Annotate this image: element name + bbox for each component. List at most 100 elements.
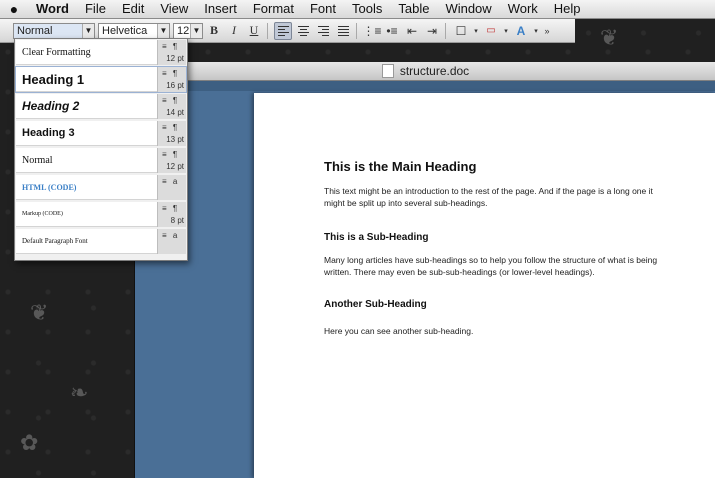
italic-button[interactable]: I [225,22,243,40]
style-item-html-code[interactable]: HTML (CODE) ≡ a [16,174,186,200]
ruler [135,81,715,91]
paragraph-intro: This text might be an introduction to th… [324,186,653,208]
decrease-indent-button[interactable]: ⇤ [403,22,421,40]
toolbar-divider [267,22,268,39]
bulleted-list-button[interactable]: •≡ [383,22,401,40]
font-color-icon: A [516,23,526,38]
highlight-dropdown[interactable]: ▾ [502,22,510,40]
character-style-icon: ≡ a [162,176,180,186]
highlight-icon: ▭ [486,25,496,36]
menu-insert[interactable]: Insert [196,0,245,18]
border-icon: ☐ [455,23,467,38]
increase-indent-icon: ⇥ [426,23,438,38]
paragraph-sub-1: Many long articles have sub-headings so … [324,255,658,277]
font-select[interactable]: Helvetica ▼ [98,22,170,39]
decrease-indent-icon: ⇤ [406,23,418,38]
chevron-down-icon[interactable]: ▼ [190,23,202,38]
style-item-normal[interactable]: Normal ≡ ¶ 12 pt [16,147,186,173]
menu-edit[interactable]: Edit [114,0,152,18]
align-right-icon [317,25,329,36]
toolbar-divider [356,22,357,39]
menu-file[interactable]: File [77,0,114,18]
borders-button[interactable]: ☐ [452,22,470,40]
font-size-select[interactable]: 12 ▼ [173,22,203,39]
numbered-list-icon: ⋮≡ [362,23,382,38]
menu-work[interactable]: Work [500,0,546,18]
document-window: structure.doc This is the Main Heading T… [134,62,715,478]
style-item-label: Normal [22,154,53,166]
borders-dropdown[interactable]: ▾ [472,22,480,40]
menu-tools[interactable]: Tools [344,0,390,18]
style-select-value: Normal [17,24,53,37]
style-item-heading-3[interactable]: Heading 3 ≡ ¶ 13 pt [16,120,186,146]
increase-indent-button[interactable]: ⇥ [423,22,441,40]
wallpaper-deer-icon: ❧ [70,380,89,405]
menu-window[interactable]: Window [437,0,499,18]
toolbar-divider [445,22,446,39]
style-item-label: Clear Formatting [22,46,91,58]
underline-button[interactable]: U [245,22,263,40]
style-meta: ≡ ¶ 13 pt [157,120,186,146]
bulleted-list-icon: •≡ [386,23,398,38]
document-titlebar[interactable]: structure.doc [135,62,715,81]
bold-button[interactable]: B [205,22,223,40]
document-page[interactable]: This is the Main Heading This text might… [254,93,715,478]
style-item-label: Markup (CODE) [22,211,63,217]
chevron-down-icon[interactable]: ▼ [157,23,169,38]
style-select[interactable]: Normal ▼ [13,22,95,39]
justify-icon [337,25,349,36]
menu-font[interactable]: Font [302,0,344,18]
style-item-default-paragraph-font[interactable]: Default Paragraph Font ≡ a [16,228,186,254]
wallpaper-bird-icon: ❦ [30,300,49,325]
style-size: 12 pt [166,161,184,171]
style-meta: ≡ ¶ 16 pt [157,66,186,92]
font-color-dropdown[interactable]: ▾ [532,22,540,40]
style-meta: ≡ ¶ 12 pt [157,147,186,173]
style-size: 14 pt [166,107,184,117]
highlight-button[interactable]: ▭ [482,22,500,40]
paragraph-mark-icon: ≡ ¶ [162,122,180,132]
menu-word[interactable]: Word [28,0,77,18]
apple-icon[interactable]: ● [0,1,28,17]
wallpaper-bird-icon: ❦ [600,25,619,50]
style-item-label: HTML (CODE) [22,182,77,192]
align-right-button[interactable] [314,22,332,40]
style-item-label: Heading 2 [22,99,80,113]
style-size: 13 pt [166,134,184,144]
style-item-heading-2[interactable]: Heading 2 ≡ ¶ 14 pt [16,93,186,119]
font-color-button[interactable]: A [512,22,530,40]
menu-help[interactable]: Help [546,0,589,18]
font-size-value: 12 [177,24,190,37]
document-icon [381,64,394,78]
style-meta: ≡ a [157,174,186,200]
numbered-list-button[interactable]: ⋮≡ [362,22,382,40]
paragraph-mark-icon: ≡ ¶ [162,149,180,159]
align-left-button[interactable] [274,21,292,40]
paragraph-mark-icon: ≡ ¶ [162,41,180,51]
style-meta: ≡ ¶ 12 pt [157,39,186,65]
style-size: 8 pt [170,215,184,225]
style-meta: ≡ ¶ 8 pt [157,201,186,227]
toolbar-overflow-button[interactable]: » [542,22,552,40]
sub-heading-1: This is a Sub-Heading [324,232,429,243]
justify-button[interactable] [334,22,352,40]
style-item-markup-code[interactable]: Markup (CODE) ≡ ¶ 8 pt [16,201,186,227]
style-size: 16 pt [166,80,184,90]
style-item-heading-1[interactable]: Heading 1 ≡ ¶ 16 pt [15,66,187,93]
document-title: structure.doc [399,64,470,78]
style-size: 12 pt [166,53,184,63]
style-item-clear-formatting[interactable]: Clear Formatting ≡ ¶ 12 pt [16,39,186,65]
menu-view[interactable]: View [152,0,196,18]
character-style-icon: ≡ a [162,230,180,240]
style-meta: ≡ ¶ 14 pt [157,93,186,119]
style-dropdown-menu: Clear Formatting ≡ ¶ 12 pt Heading 1 ≡ ¶ 1… [14,38,188,261]
align-center-button[interactable] [294,22,312,40]
chevron-down-icon[interactable]: ▼ [82,23,94,38]
align-center-icon [297,25,309,36]
menu-table[interactable]: Table [390,0,437,18]
sub-heading-2: Another Sub-Heading [324,299,427,310]
paragraph-mark-icon: ≡ ¶ [162,68,180,78]
wallpaper-flower-icon: ✿ [20,430,39,455]
menu-format[interactable]: Format [245,0,302,18]
style-item-label: Default Paragraph Font [22,237,88,245]
